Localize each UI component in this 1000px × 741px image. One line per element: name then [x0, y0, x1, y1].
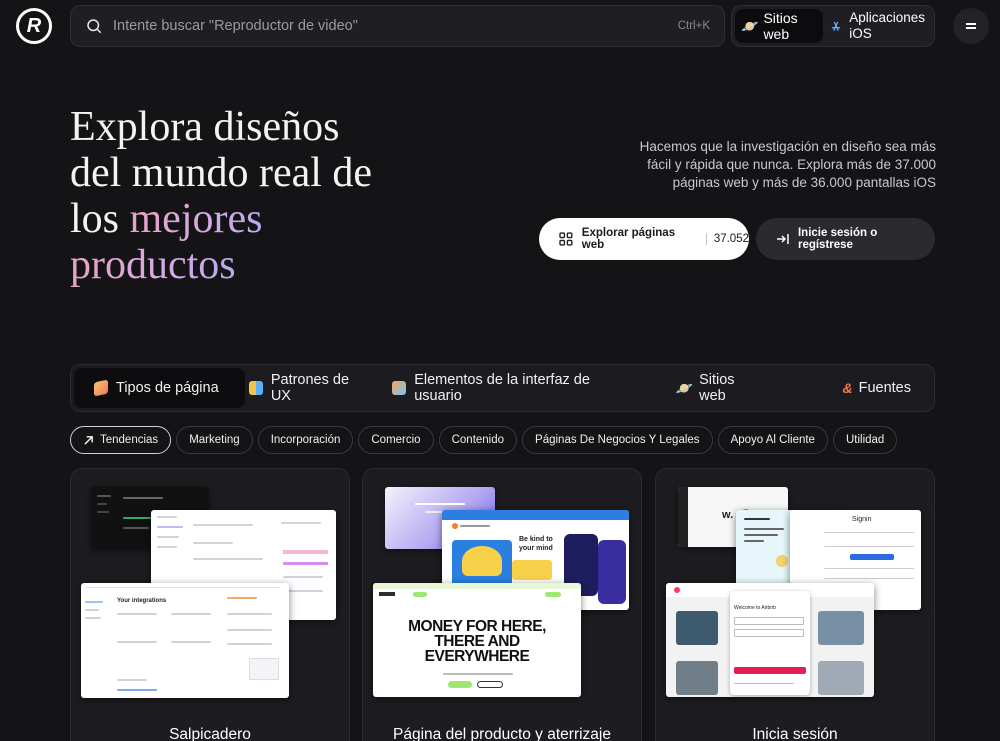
signin-form-title: Signin	[852, 516, 872, 523]
chip-trending-label: Tendencias	[100, 434, 159, 446]
search-icon	[87, 19, 102, 34]
chip-onboarding[interactable]: Incorporación	[257, 426, 354, 454]
hero-title-line-1: Explora diseños	[70, 104, 340, 150]
chip-commerce[interactable]: Comercio	[358, 426, 434, 454]
hero-title-line-3: los	[70, 196, 130, 242]
page-types-icon	[94, 379, 108, 397]
ui-elements-icon	[392, 381, 407, 395]
fonts-icon: &	[842, 380, 853, 396]
tab-websites[interactable]: 🪐 Sitios web	[660, 368, 785, 408]
chip-content[interactable]: Contenido	[438, 426, 518, 454]
landing-screenshot-wise: MONEY FOR HERE, THERE AND EVERYWHERE	[373, 583, 581, 697]
hero-title: Explora diseños del mundo real de los me…	[70, 104, 430, 288]
chip-marketing[interactable]: Marketing	[176, 426, 253, 454]
hero-description: Hacemos que la investigación en diseño s…	[639, 139, 936, 190]
brand-logo[interactable]: R	[16, 8, 52, 44]
chip-customer-support[interactable]: Apoyo Al Cliente	[717, 426, 828, 454]
tab-fonts[interactable]: & Fuentes	[784, 368, 931, 408]
explore-websites-label: Explorar páginas web	[581, 227, 676, 251]
hero-title-highlight-1: mejores	[129, 196, 263, 242]
tab-ux-patterns-label: Patrones de UX	[270, 372, 350, 404]
card-product-landing-label: Página del producto y aterrizaje	[393, 726, 611, 741]
tab-page-types-label: Tipos de página	[116, 380, 219, 396]
card-product-landing[interactable]: Be kind to your mind MONEY FOR HERE, THE…	[362, 468, 642, 741]
platform-ios-label-2: iOS	[849, 26, 872, 41]
wise-headline: MONEY FOR HERE, THERE AND EVERYWHERE	[373, 618, 581, 665]
landing-kind-line-2: your mind	[519, 545, 553, 552]
explore-websites-button[interactable]: Explorar páginas web 37.052	[539, 218, 749, 260]
filter-chips: Tendencias Marketing Incorporación Comer…	[70, 426, 898, 454]
login-signup-button[interactable]: Inicie sesión o regístrese	[756, 218, 935, 260]
signin-screenshot-airbnb: Welcome to Airbnb	[666, 583, 874, 697]
chip-utility[interactable]: Utilidad	[832, 426, 898, 454]
platform-ios-label-1: Aplicaciones	[849, 10, 925, 25]
planet-icon: 🪐	[741, 17, 759, 34]
chip-business-legal[interactable]: Páginas De Negocios Y Legales	[522, 426, 713, 454]
planet-icon: 🪐	[675, 379, 694, 396]
menu-button[interactable]	[953, 8, 989, 44]
wise-headline-line-2: THERE AND	[434, 633, 520, 650]
search-placeholder: Intente buscar "Reproductor de video"	[113, 18, 358, 34]
websites-count: 37.052	[705, 233, 749, 245]
app-store-icon	[832, 21, 841, 31]
landing-kind-line-1: Be kind to	[519, 536, 553, 543]
card-sign-in-label: Inicia sesión	[752, 726, 838, 741]
card-sign-in[interactable]: w. Signin Welcome to Airbnb	[655, 468, 935, 741]
wise-headline-line-3: EVERYWHERE	[424, 648, 530, 665]
tab-page-types[interactable]: Tipos de página	[74, 368, 245, 408]
hero-title-line-2: del mundo real de	[70, 150, 373, 196]
login-arrow-icon	[776, 234, 789, 244]
chip-trending[interactable]: Tendencias	[70, 426, 172, 454]
tab-ui-elements[interactable]: Elementos de la interfaz de usuario	[392, 368, 659, 408]
platform-websites-button[interactable]: 🪐 Sitios web	[735, 9, 824, 43]
tab-ui-elements-label: Elementos de la interfaz de usuario	[414, 372, 590, 404]
category-tabs: Tipos de página Patrones de UX Elementos…	[70, 364, 935, 412]
grid-icon	[559, 232, 573, 246]
airbnb-welcome-text: Welcome to Airbnb	[734, 605, 776, 611]
card-dashboard[interactable]: Your integrations	[70, 468, 350, 741]
ux-patterns-icon	[248, 381, 263, 395]
search-shortcut: Ctrl+K	[677, 20, 710, 32]
login-signup-label: Inicie sesión o regístrese	[797, 227, 878, 251]
trending-arrow-icon	[84, 435, 93, 445]
dashboard-screenshot-integrations: Your integrations	[81, 583, 289, 698]
search-bar[interactable]: Intente buscar "Reproductor de video" Ct…	[70, 5, 725, 47]
integrations-heading: Your integrations	[117, 598, 167, 604]
hamburger-icon	[966, 23, 976, 25]
card-dashboard-label: Salpicadero	[169, 726, 251, 741]
platform-switcher: 🪐 Sitios web Aplicaciones iOS	[731, 5, 935, 47]
platform-websites-label: Sitios web	[763, 10, 798, 42]
tab-ux-patterns[interactable]: Patrones de UX	[245, 368, 392, 408]
tab-fonts-label: Fuentes	[858, 380, 911, 396]
tab-websites-label: Sitios web	[699, 372, 735, 404]
platform-ios-button[interactable]: Aplicaciones iOS	[823, 9, 931, 43]
hero-title-highlight-2: productos	[70, 242, 236, 288]
wise-headline-line-1: MONEY FOR HERE,	[408, 618, 546, 635]
